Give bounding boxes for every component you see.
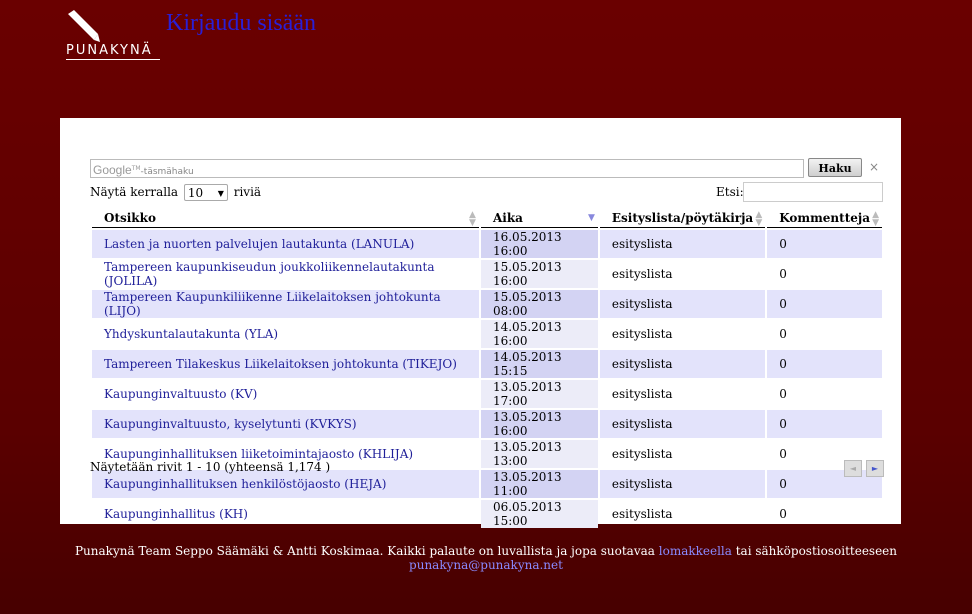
table-row: Tampereen Kaupunkiliikenne Liikelaitokse… [92,290,882,318]
logo-text: PUNAKYNÄ [66,43,160,60]
column-header-title-label: Otsikko [104,210,156,225]
login-link[interactable]: Kirjaudu sisään [166,10,316,37]
arrow-right-icon: ► [871,464,879,473]
cell-agenda[interactable]: esityslista [600,440,765,468]
cell-comments: 0 [779,507,787,521]
footer: Punakynä Team Seppo Säämäki & Antti Kosk… [0,544,972,572]
cell-agenda[interactable]: esityslista [599,290,766,318]
cell-title[interactable]: Lasten ja nuorten palvelujen lautakunta … [92,230,479,258]
cell-time: 15.05.2013 08:00 [480,290,598,318]
cell-time: 13.05.2013 11:00 [480,470,598,498]
cell-comments: 0 [767,470,882,498]
cell-title[interactable]: Tampereen Tilakeskus Liikelaitoksen joht… [92,350,479,378]
cell-comments: 0 [767,230,882,258]
cell-agenda[interactable]: esityslista [600,500,765,528]
cell-comments: 0 [779,447,787,461]
table-row: Tampereen Tilakeskus Liikelaitoksen joht… [92,350,882,378]
clear-search-icon[interactable]: × [869,160,879,174]
table-row: Kaupunginvaltuusto, kyselytunti (KVKYS) 1… [92,410,882,438]
footer-text: Punakynä Team Seppo Säämäki & Antti Kosk… [74,544,659,558]
arrow-left-icon: ◄ [849,464,857,473]
footer-text-middle: tai sähköpostiosoitteeseen [731,544,898,558]
cell-title[interactable]: Kaupunginvaltuusto (KV) [92,380,479,408]
column-header-comments-label: Kommentteja [779,210,870,225]
cell-comments: 0 [767,350,882,378]
sort-desc-icon: ▼ [587,213,595,223]
search-placeholder: -täsmähaku [140,167,194,177]
pen-icon [68,10,100,42]
sort-icon: ▲ ▼ [755,210,763,228]
cell-agenda[interactable]: esityslista [600,380,765,408]
table-row: Lasten ja nuorten palvelujen lautakunta … [92,230,882,258]
cell-comments: 0 [779,327,787,341]
page-length-control: Näytä kerralla 10 ▼ riviä [90,184,261,201]
page-length-select[interactable]: 10 ▼ [183,184,228,201]
cell-time: 15.05.2013 16:00 [480,260,598,288]
column-header-agenda[interactable]: Esityslista/pöytäkirja ▲ ▼ [599,208,766,228]
cell-time: 13.05.2013 16:00 [480,410,598,438]
cell-time: 13.05.2013 13:00 [480,440,598,468]
logo[interactable]: PUNAKYNÄ [62,10,162,66]
cell-agenda[interactable]: esityslista [600,260,765,288]
column-header-time-label: Aika [492,210,523,225]
cell-agenda[interactable]: esityslista [599,410,766,438]
next-page-button[interactable]: ► [866,460,884,477]
cell-title[interactable]: Tampereen Kaupunkiliikenne Liikelaitokse… [92,290,479,318]
cell-time: 13.05.2013 17:00 [480,380,598,408]
cell-comments: 0 [779,387,787,401]
table-row: Kaupunginvaltuusto (KV) 13.05.2013 17:00 e… [92,380,882,408]
sort-icon: ▲ ▼ [872,210,879,228]
table-header-row: Otsikko ▲ ▼ Aika ▼ Esityslista/pöytäkirja ▲ ▼… [92,208,882,228]
cell-agenda[interactable]: esityslista [600,320,765,348]
search-button[interactable]: Haku [808,158,862,177]
cell-time: 14.05.2013 15:15 [480,350,598,378]
column-header-comments[interactable]: Kommentteja ▲ ▼ [767,208,882,228]
cell-title[interactable]: Kaupunginhallituksen henkilöstöjaosto (H… [92,470,479,498]
column-header-title[interactable]: Otsikko ▲ ▼ [92,208,479,228]
cell-title[interactable]: Kaupunginvaltuusto, kyselytunti (KVKYS) [92,410,479,438]
cell-title[interactable]: Tampereen kaupunkiseudun joukkoliikennel… [92,260,479,288]
cell-agenda[interactable]: esityslista [599,350,766,378]
column-header-agenda-label: Esityslista/pöytäkirja [611,210,754,225]
cell-comments: 0 [779,267,787,281]
table-info: Näytetään rivit 1 - 10 (yhteensä 1,174 ) [90,460,331,474]
google-tm: TM [131,165,141,172]
table-row: Yhdyskuntalautakunta (YLA) 14.05.2013 16:… [92,320,882,348]
cell-comments: 0 [767,290,882,318]
filter-label: Etsi: [716,185,744,199]
page-length-prefix: Näytä kerralla [90,185,179,199]
cell-time: 06.05.2013 15:00 [480,500,598,528]
cell-agenda[interactable]: esityslista [599,230,766,258]
cell-comments: 0 [767,410,882,438]
page-length-suffix: riviä [233,185,262,199]
cell-time: 14.05.2013 16:00 [480,320,598,348]
feedback-form-link[interactable]: lomakkeella [659,544,732,558]
table-row: Kaupunginhallituksen henkilöstöjaosto (H… [92,470,882,498]
email-link[interactable]: punakyna@punakyna.net [409,558,563,572]
cell-title[interactable]: Kaupunginhallitus (KH) [92,500,479,528]
cell-agenda[interactable]: esityslista [599,470,766,498]
meetings-table: Otsikko ▲ ▼ Aika ▼ Esityslista/pöytäkirja ▲ ▼… [90,206,884,530]
filter-input[interactable] [743,182,883,202]
table-row: Tampereen kaupunkiseudun joukkoliikennel… [92,260,882,288]
chevron-down-icon: ▼ [217,189,224,198]
cell-title[interactable]: Yhdyskuntalautakunta (YLA) [92,320,479,348]
table-row: Kaupunginhallitus (KH) 06.05.2013 15:00 es… [92,500,882,528]
previous-page-button[interactable]: ◄ [844,460,862,477]
cell-time: 16.05.2013 16:00 [480,230,598,258]
main-panel: GoogleTM-täsmähaku Haku × Näytä kerralla… [60,118,901,528]
search-input[interactable]: GoogleTM-täsmähaku [90,159,804,178]
page-length-value: 10 [187,186,204,200]
column-header-time[interactable]: Aika ▼ [480,208,598,228]
google-label: Google [93,163,132,177]
sort-icon: ▲ ▼ [469,210,476,228]
